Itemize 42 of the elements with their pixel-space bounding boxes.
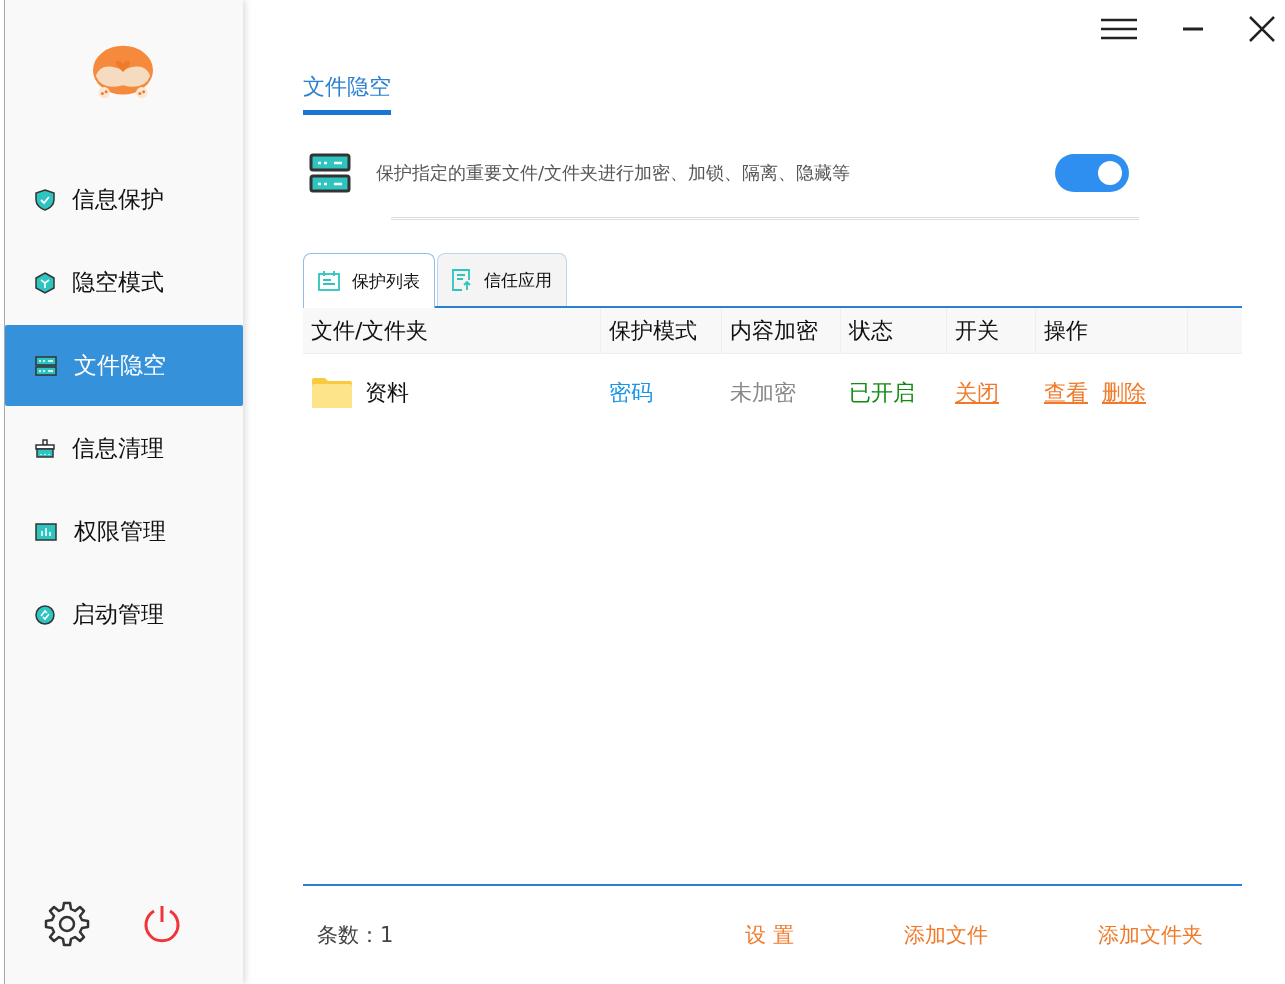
sidebar-item[interactable]: 启动管理 xyxy=(5,574,243,655)
close-icon[interactable] xyxy=(1249,16,1275,42)
shield-icon xyxy=(35,188,55,211)
column-header: 保护模式 xyxy=(601,308,722,353)
footer-button[interactable]: 添加文件 xyxy=(903,921,988,949)
column-header: 文件/文件夹 xyxy=(303,308,601,353)
status-text: 已开启 xyxy=(849,379,915,407)
sync-circle-icon xyxy=(35,604,55,625)
file-name: 资料 xyxy=(365,379,409,407)
tab[interactable]: 信任应用 xyxy=(437,253,567,306)
sidebar-item[interactable]: 隐空模式 xyxy=(5,242,243,323)
basket-icon xyxy=(35,438,55,459)
column-header: 状态 xyxy=(841,308,947,353)
document-upload-icon xyxy=(452,269,472,291)
sidebar-item[interactable]: 信息保护 xyxy=(5,159,243,240)
settings-icon[interactable] xyxy=(43,900,91,948)
folder-icon xyxy=(311,377,353,409)
encryption-status: 未加密 xyxy=(730,379,796,407)
calendar-icon xyxy=(318,271,340,291)
sidebar-item[interactable]: 信息清理 xyxy=(5,408,243,489)
footer-button[interactable]: 设 置 xyxy=(745,921,794,949)
server-icon xyxy=(35,355,57,376)
menu-icon[interactable] xyxy=(1101,18,1137,40)
action-link[interactable]: 删除 xyxy=(1102,378,1146,408)
page-tab[interactable]: 文件隐空 xyxy=(303,72,391,115)
switch-link[interactable]: 关闭 xyxy=(955,378,999,408)
item-count: 条数：1 xyxy=(317,922,395,949)
sidebar-item[interactable]: 文件隐空 xyxy=(5,325,243,406)
minimize-icon[interactable] xyxy=(1183,27,1203,31)
feature-toggle[interactable] xyxy=(1055,154,1129,192)
footer-button[interactable]: 添加文件夹 xyxy=(1097,921,1203,949)
hexagon-icon xyxy=(35,271,55,294)
protection-mode: 密码 xyxy=(609,379,653,407)
bar-chart-icon xyxy=(35,522,57,541)
column-header: 开关 xyxy=(947,308,1036,353)
server-icon xyxy=(309,153,351,193)
tab[interactable]: 保护列表 xyxy=(303,253,435,308)
column-header: 操作 xyxy=(1036,308,1188,353)
feature-description: 保护指定的重要文件/文件夹进行加密、加锁、隔离、隐藏等 xyxy=(376,161,852,185)
action-link[interactable]: 查看 xyxy=(1044,378,1088,408)
column-header: 内容加密 xyxy=(722,308,841,353)
sidebar-item[interactable]: 权限管理 xyxy=(5,491,243,572)
